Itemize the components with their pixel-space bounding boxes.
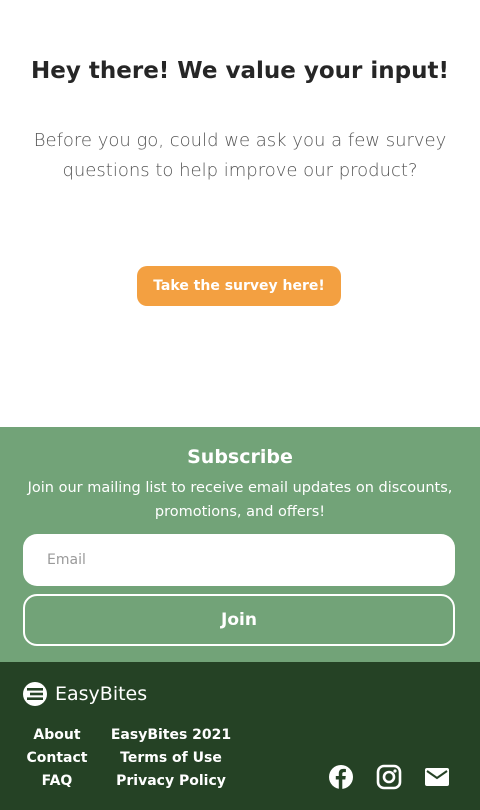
easybites-logo-icon xyxy=(23,682,47,706)
footer: EasyBites About Contact FAQ EasyBites 20… xyxy=(0,662,480,810)
brand-name: EasyBites xyxy=(55,683,148,705)
footer-link-contact[interactable]: Contact xyxy=(24,747,90,770)
footer-link-faq[interactable]: FAQ xyxy=(24,770,90,793)
survey-heading: Hey there! We value your input! xyxy=(31,58,449,84)
subscribe-section: Subscribe Join our mailing list to recei… xyxy=(0,427,480,662)
subscribe-heading: Subscribe xyxy=(187,446,293,468)
footer-link-terms[interactable]: Terms of Use xyxy=(110,747,232,770)
brand[interactable]: EasyBites xyxy=(23,682,147,706)
facebook-icon[interactable] xyxy=(328,764,356,792)
footer-link-privacy[interactable]: Privacy Policy xyxy=(110,770,232,793)
mail-icon[interactable] xyxy=(424,764,452,792)
take-survey-button[interactable]: Take the survey here! xyxy=(137,266,341,306)
join-button[interactable]: Join xyxy=(23,594,455,646)
footer-link-about[interactable]: About xyxy=(24,724,90,747)
instagram-icon[interactable] xyxy=(376,764,404,792)
email-field-container xyxy=(23,534,455,586)
footer-links-col1: About Contact FAQ xyxy=(24,724,90,793)
email-input[interactable] xyxy=(45,551,439,569)
subscribe-body: Join our mailing list to receive email u… xyxy=(27,480,453,520)
footer-copyright[interactable]: EasyBites 2021 xyxy=(110,724,232,747)
survey-section: Hey there! We value your input! Before y… xyxy=(0,0,480,427)
survey-body: Before you go, could we ask you a few su… xyxy=(33,130,447,181)
footer-links-col2: EasyBites 2021 Terms of Use Privacy Poli… xyxy=(110,724,232,793)
